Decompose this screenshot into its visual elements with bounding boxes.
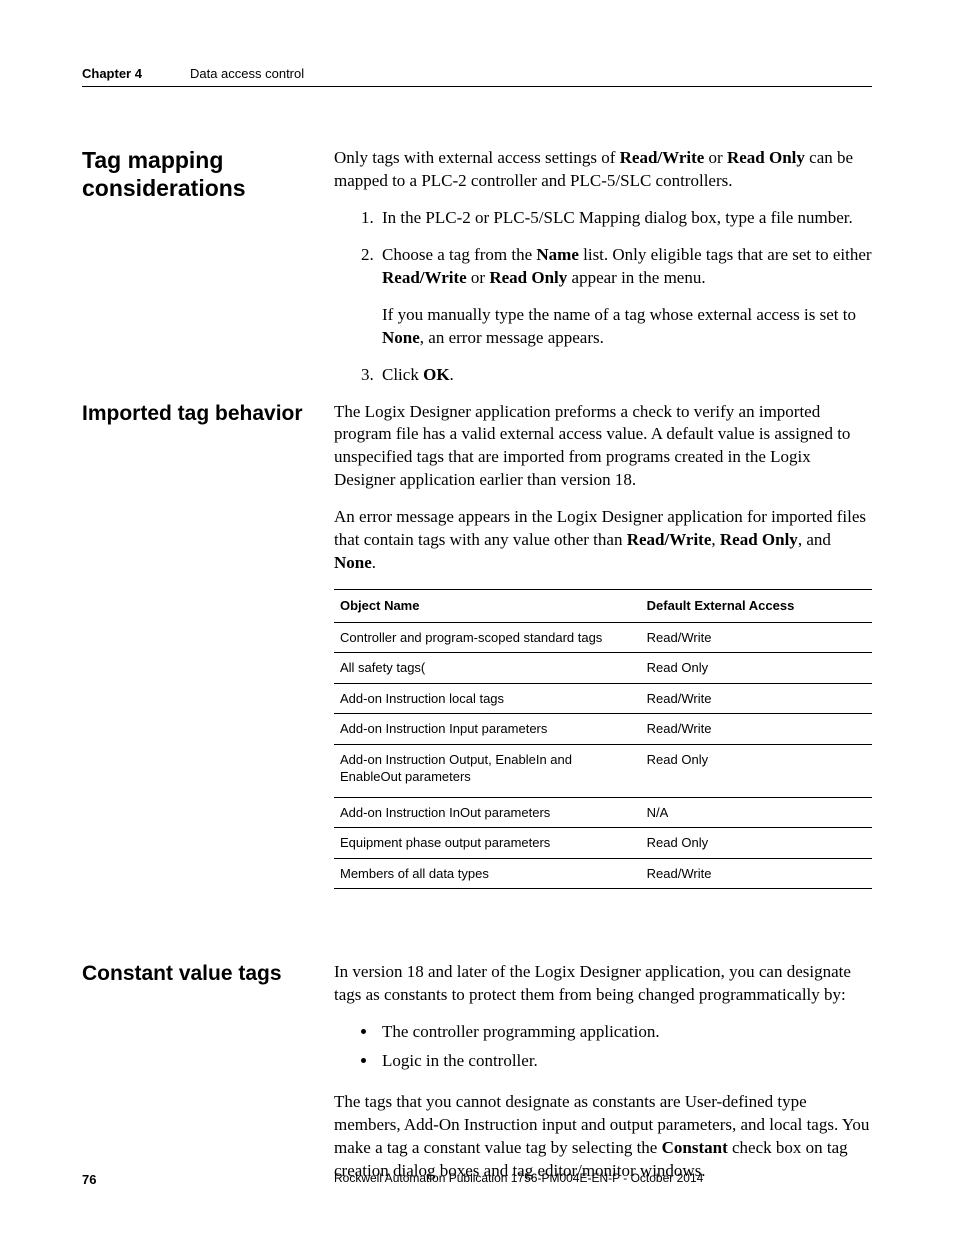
- table-header-object-name: Object Name: [334, 590, 641, 623]
- tag-mapping-intro: Only tags with external access settings …: [334, 147, 872, 193]
- publication-id: Rockwell Automation Publication 1756-PM0…: [334, 1171, 703, 1185]
- chapter-label: Chapter 4: [82, 66, 142, 81]
- section-tag-mapping: Tag mapping considerations Only tags wit…: [82, 147, 872, 401]
- table-row: Add-on Instruction local tags Read/Write: [334, 683, 872, 714]
- constant-p2: The tags that you cannot designate as co…: [334, 1091, 872, 1183]
- heading-imported-tag-behavior: Imported tag behavior: [82, 401, 314, 426]
- running-header: Chapter 4 Data access control: [82, 66, 872, 87]
- page: Chapter 4 Data access control Tag mappin…: [0, 0, 954, 1235]
- section-constant-value-tags: Constant value tags In version 18 and la…: [82, 961, 872, 1197]
- table-row: Members of all data types Read/Write: [334, 858, 872, 889]
- step-2: Choose a tag from the Name list. Only el…: [378, 244, 872, 350]
- table-row: All safety tags( Read Only: [334, 653, 872, 684]
- table-row: Add-on Instruction Output, EnableIn and …: [334, 744, 872, 797]
- table-row: Equipment phase output parameters Read O…: [334, 828, 872, 859]
- heading-tag-mapping: Tag mapping considerations: [82, 147, 314, 202]
- table-row: Controller and program-scoped standard t…: [334, 622, 872, 653]
- step-3: Click OK.: [378, 364, 872, 387]
- section-imported-tag-behavior: Imported tag behavior The Logix Designer…: [82, 401, 872, 900]
- heading-constant-value-tags: Constant value tags: [82, 961, 314, 986]
- table-row: Add-on Instruction InOut parameters N/A: [334, 797, 872, 828]
- chapter-title: Data access control: [190, 66, 304, 81]
- step-2-note: If you manually type the name of a tag w…: [382, 304, 872, 350]
- tag-mapping-steps: In the PLC-2 or PLC-5/SLC Mapping dialog…: [334, 207, 872, 387]
- imported-p1: The Logix Designer application preforms …: [334, 401, 872, 493]
- step-1: In the PLC-2 or PLC-5/SLC Mapping dialog…: [378, 207, 872, 230]
- table-row: Add-on Instruction Input parameters Read…: [334, 714, 872, 745]
- default-external-access-table: Object Name Default External Access Cont…: [334, 589, 872, 889]
- constant-bullets: The controller programming application. …: [334, 1021, 872, 1073]
- list-item: Logic in the controller.: [378, 1050, 872, 1073]
- imported-p2: An error message appears in the Logix De…: [334, 506, 872, 575]
- table-header-default-access: Default External Access: [641, 590, 872, 623]
- page-footer: 76 Rockwell Automation Publication 1756-…: [82, 1171, 872, 1189]
- page-number: 76: [82, 1172, 96, 1187]
- list-item: The controller programming application.: [378, 1021, 872, 1044]
- constant-p1: In version 18 and later of the Logix Des…: [334, 961, 872, 1007]
